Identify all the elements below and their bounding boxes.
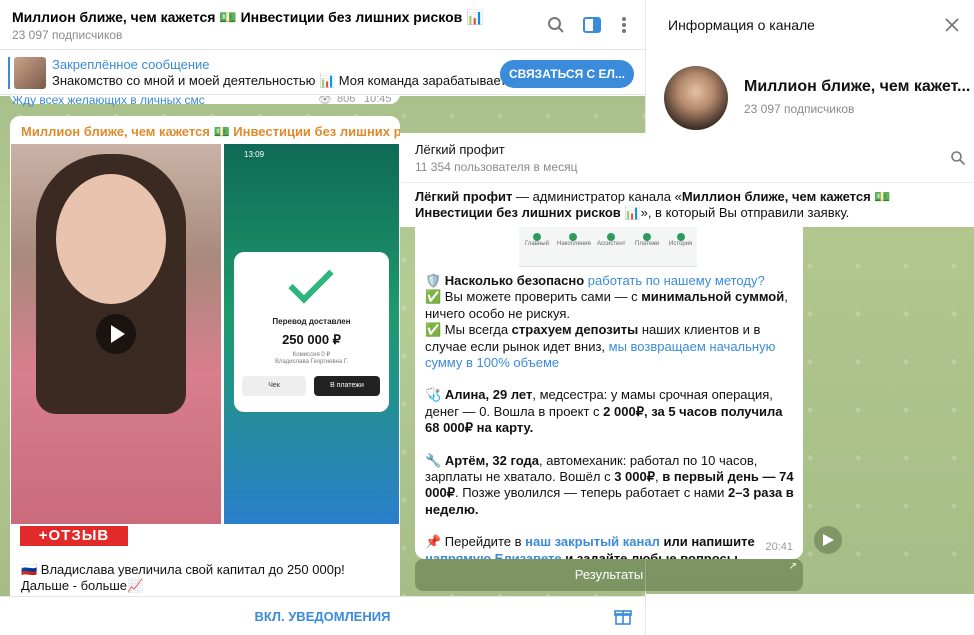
pinned-text: Знакомство со мной и моей деятельностью … (52, 73, 516, 88)
views-icon: 👁 (318, 96, 332, 106)
pinned-thumbnail (14, 57, 46, 89)
chat-title[interactable]: Миллион ближе, чем кажется 💵 Инвестиции … (12, 9, 484, 26)
admin-notice-mid: — администратор канала « (512, 189, 682, 204)
play-icon[interactable] (96, 314, 136, 354)
post-text-line1: 🇷🇺 Владислава увеличила свой капитал до … (21, 562, 345, 577)
post-author[interactable]: Миллион ближе, чем кажется 💵 Инвестиции … (21, 124, 400, 140)
previous-message-views: 806 (337, 96, 356, 105)
admin-name: Лёгкий профит (415, 189, 513, 204)
payment-screenshot[interactable]: 13:09 Перевод доставлен 250 000 ₽ Комисс… (224, 144, 399, 524)
search-icon[interactable] (546, 15, 566, 35)
sponsor-header[interactable]: Лёгкий профит 11 354 пользователя в меся… (400, 133, 974, 183)
info-panel-title: Информация о канале (668, 17, 815, 33)
channel-name: Миллион ближе, чем кажет... (744, 78, 971, 95)
share-icon[interactable] (814, 526, 842, 554)
close-icon[interactable] (944, 17, 960, 33)
direct-message-link[interactable]: напрямую Елизавете (425, 551, 562, 559)
sponsor-name: Лёгкий профит (415, 142, 505, 157)
sponsor-message-text: 🛡️ Насколько безопасно работать по нашем… (425, 273, 795, 559)
message-time: 20:41 (765, 541, 793, 553)
gift-icon[interactable] (614, 607, 632, 625)
app-tab-strip: Главный Накопления Ассистент Платежи Ист… (519, 227, 697, 267)
channel-subscribers: 23 097 подписчиков (744, 102, 855, 116)
receipt-button: Чек (242, 376, 306, 396)
payments-button: В платежи (314, 376, 380, 396)
results-button[interactable]: Результаты ↗ (415, 559, 803, 591)
chat-subscribers: 23 097 подписчиков (12, 28, 123, 42)
app-tab: Платежи (635, 241, 660, 247)
channel-post[interactable]: Миллион ближе, чем кажется 💵 Инвестиции … (10, 116, 400, 596)
pinned-title: Закреплённое сообщение (52, 57, 210, 72)
search-icon[interactable] (950, 150, 966, 166)
admin-notice-suffix: », в который Вы отправили заявку. (640, 205, 850, 220)
transfer-fee: Комиссия 0 ₽ (292, 352, 331, 358)
previous-message-time: 10:45 (364, 96, 392, 105)
app-tab: Ассистент (597, 241, 626, 247)
results-button-label: Результаты (574, 567, 644, 582)
sponsor-monthly-users: 11 354 пользователя в месяц (415, 160, 578, 174)
previous-message-text: Жду всех желающих в личных смс (12, 96, 205, 107)
pinned-indicator (8, 57, 10, 89)
video-thumbnail[interactable] (11, 144, 221, 524)
transfer-card: Перевод доставлен 250 000 ₽ Комиссия 0 ₽… (234, 252, 389, 412)
phone-time: 13:09 (244, 150, 265, 159)
review-badge: +ОТЗЫВ (20, 526, 128, 546)
chat-header[interactable]: Миллион ближе, чем кажется 💵 Инвестиции … (0, 0, 645, 50)
admin-notice-text: Лёгкий профит — администратор канала «Ми… (415, 189, 965, 221)
chat-footer: ВКЛ. УВЕДОМЛЕНИЯ (0, 596, 645, 635)
method-link[interactable]: работать по нашему методу? (588, 273, 765, 288)
app-tab: Главный (525, 241, 549, 247)
app-tab: Накопления (557, 241, 591, 247)
enable-notifications-button[interactable]: ВКЛ. УВЕДОМЛЕНИЯ (0, 597, 645, 635)
channel-avatar[interactable] (664, 66, 728, 130)
transfer-status: Перевод доставлен (272, 317, 351, 326)
sponsor-message[interactable]: Главный Накопления Ассистент Платежи Ист… (415, 227, 803, 559)
check-icon (288, 258, 334, 304)
private-channel-link[interactable]: наш закрытый канал (525, 534, 660, 549)
more-vertical-icon[interactable] (614, 15, 634, 35)
transfer-recipient: Владислава Георгиевна Г. (274, 359, 349, 365)
sidebar-toggle-icon[interactable] (582, 15, 602, 35)
telegram-window: Миллион ближе, чем кажется 💵 Инвестиции … (0, 0, 974, 635)
contact-button[interactable]: СВЯЗАТЬСЯ С ЕЛ... (500, 60, 634, 88)
sponsored-preview: Лёгкий профит 11 354 пользователя в меся… (400, 133, 974, 593)
external-link-icon: ↗ (788, 561, 797, 572)
pinned-message[interactable]: Закреплённое сообщение Знакомство со мно… (0, 51, 645, 95)
app-tab: История (669, 241, 693, 247)
admin-notice: Лёгкий профит — администратор канала «Ми… (400, 183, 974, 227)
post-text-line2: Дальше - больше📈 (21, 578, 144, 593)
transfer-amount: 250 000 ₽ (282, 332, 341, 347)
